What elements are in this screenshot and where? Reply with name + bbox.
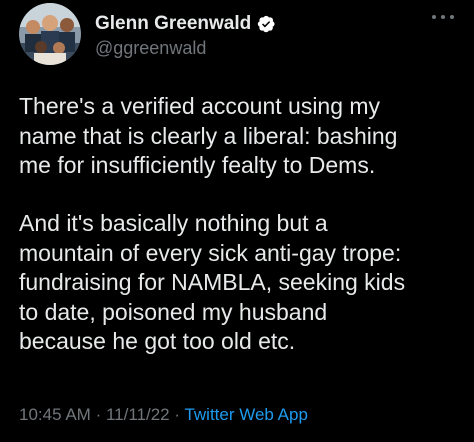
tweet-card: Glenn Greenwald @ggreenwald There's a ve…	[0, 0, 474, 442]
tweet-metadata: 10:45 AM · 11/11/22 · Twitter Web App	[19, 405, 308, 425]
author-display-name[interactable]: Glenn Greenwald	[95, 13, 251, 35]
avatar-photo	[19, 3, 81, 65]
author-handle[interactable]: @ggreenwald	[95, 38, 206, 59]
verified-badge-icon	[256, 14, 276, 34]
tweet-date[interactable]: 11/11/22	[106, 405, 170, 424]
more-dot	[450, 15, 454, 19]
avatar[interactable]	[19, 3, 81, 65]
author-name-row[interactable]: Glenn Greenwald	[95, 12, 276, 36]
tweet-text-paragraph: And it's basically nothing but a mountai…	[19, 210, 406, 354]
tweet-text-paragraph: There's a verified account using my name…	[19, 93, 398, 178]
more-dot	[441, 15, 445, 19]
tweet-time[interactable]: 10:45 AM	[19, 405, 91, 424]
more-options-icon[interactable]	[432, 10, 454, 24]
meta-separator: ·	[95, 405, 102, 424]
meta-separator: ·	[174, 405, 181, 424]
tweet-source-link[interactable]: Twitter Web App	[184, 405, 307, 424]
more-dot	[432, 15, 436, 19]
